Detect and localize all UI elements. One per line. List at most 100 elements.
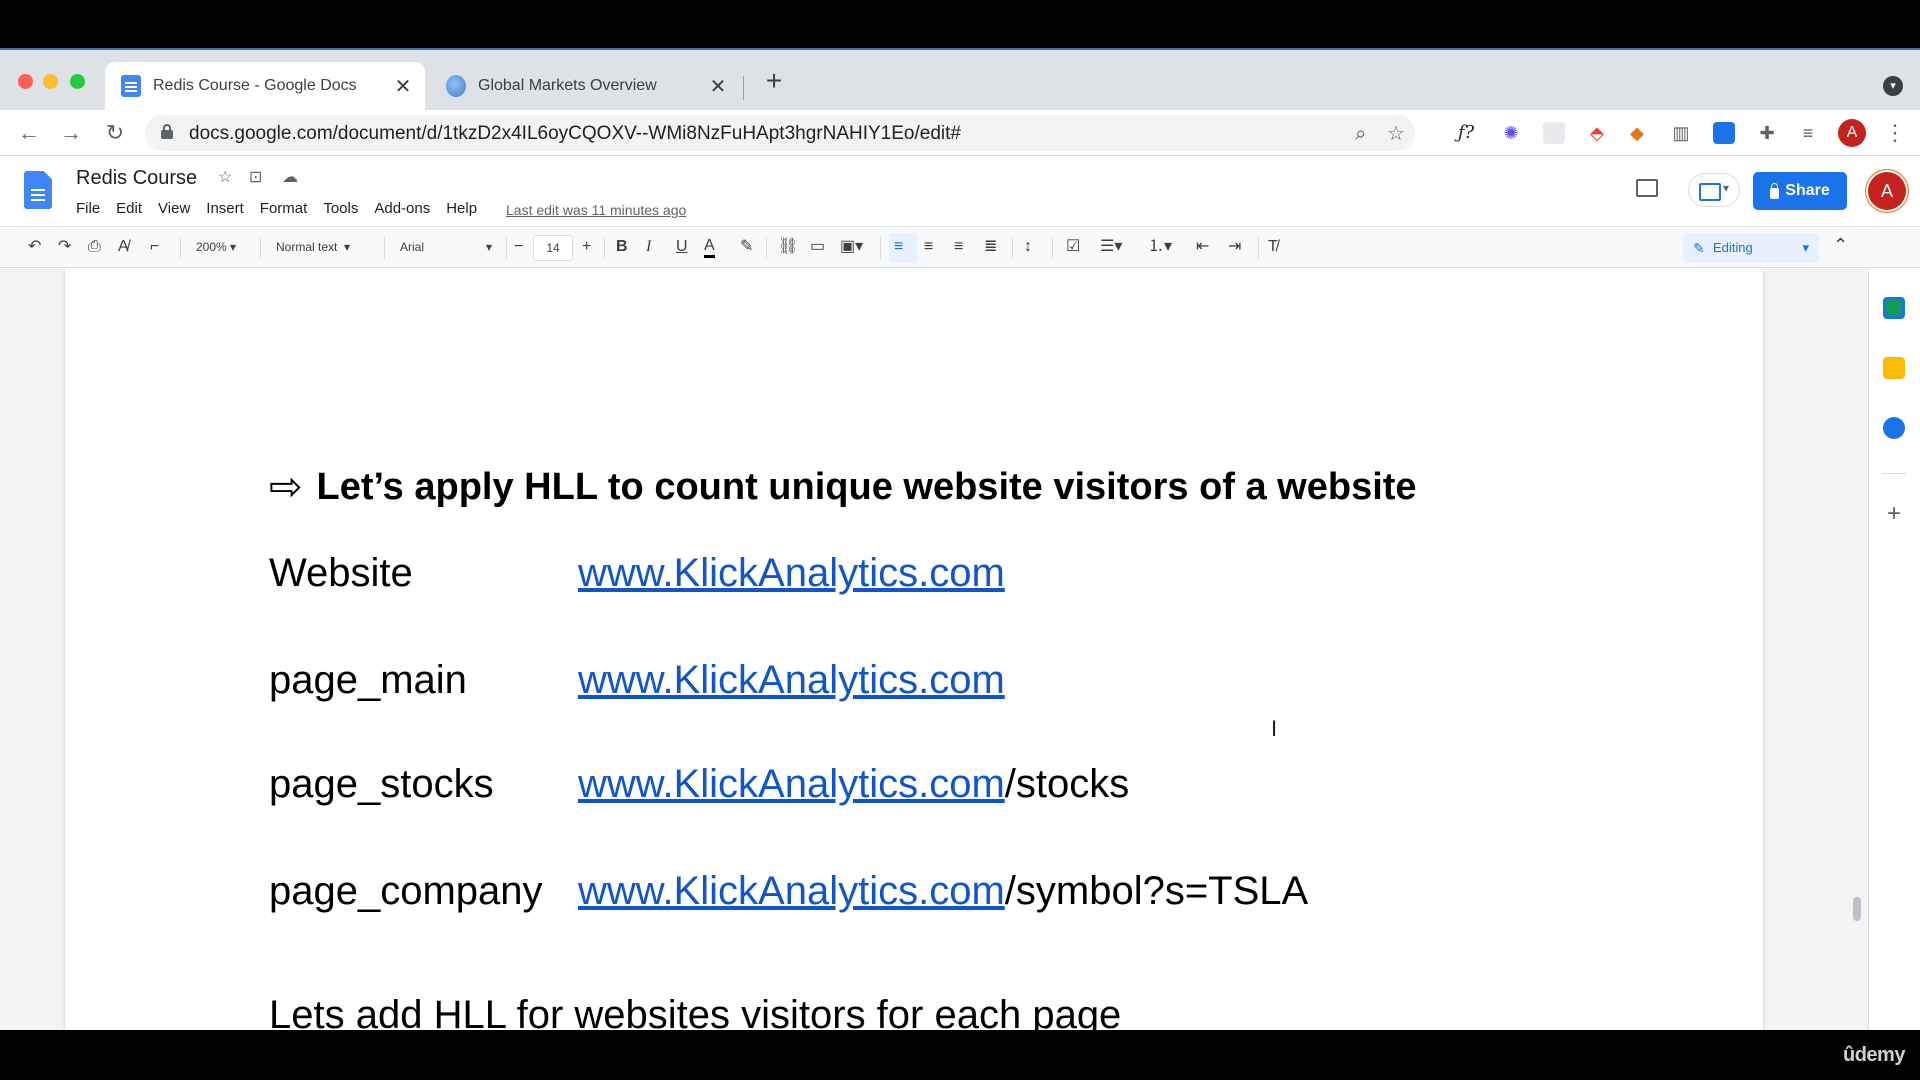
video-frame: Redis Course - Google Docs ✕ Global Mark… [0, 0, 1920, 1080]
font-value: Arial [400, 240, 425, 254]
paragraph-style-select[interactable]: Normal text ▾ [276, 237, 350, 257]
document-canvas[interactable]: ⇨ Let’s apply HLL to count unique websit… [0, 269, 1868, 1030]
keep-icon[interactable] [1883, 357, 1905, 379]
menu-tools[interactable]: Tools [323, 200, 358, 217]
document-title[interactable]: Redis Course [76, 167, 197, 190]
close-tab-icon[interactable]: ✕ [391, 74, 415, 99]
bulleted-list-icon[interactable]: ☰▾ [1100, 237, 1122, 257]
browser-menu-icon[interactable]: ⋮ [1880, 118, 1910, 148]
italic-icon[interactable]: I [646, 237, 651, 257]
add-comment-icon[interactable]: ▭ [810, 237, 825, 257]
increase-indent-icon[interactable]: ⇥ [1228, 237, 1241, 257]
tasks-icon[interactable] [1883, 417, 1905, 439]
pencil-icon: ✎ [1693, 240, 1705, 256]
maximize-window-button[interactable] [70, 74, 85, 89]
zoom-icon[interactable]: ⌕ [1355, 124, 1366, 144]
share-label: Share [1785, 182, 1830, 199]
chart-extension-icon[interactable]: ▥ [1670, 122, 1692, 144]
align-right-icon[interactable]: ≡ [954, 237, 963, 257]
formula-extension-icon[interactable]: ƒ? [1455, 122, 1477, 144]
line-spacing-icon[interactable]: ↕ [1024, 237, 1032, 257]
paint-format-icon[interactable]: ⌐ [150, 237, 159, 257]
separator [180, 237, 181, 259]
menu-view[interactable]: View [158, 200, 190, 217]
last-edit-link[interactable]: Last edit was 11 minutes ago [506, 202, 686, 218]
google-docs-logo-icon[interactable] [24, 171, 52, 209]
decrease-font-size-icon[interactable]: − [514, 237, 523, 257]
menu-edit[interactable]: Edit [116, 200, 142, 217]
address-bar[interactable]: docs.google.com/document/d/1tkzD2x4IL6oy… [145, 115, 1415, 151]
close-window-button[interactable] [18, 74, 33, 89]
hyperlink[interactable]: www.KlickAnalytics.com [578, 869, 1005, 913]
redo-icon[interactable]: ↷ [58, 237, 71, 257]
row-label-website: Website [269, 551, 413, 595]
menu-format[interactable]: Format [260, 200, 308, 217]
collapse-menus-icon[interactable]: ⌃ [1833, 235, 1848, 256]
reload-icon[interactable]: ↻ [100, 118, 130, 148]
align-left-icon[interactable]: ≡ [894, 237, 903, 257]
share-button[interactable]: Share [1753, 172, 1847, 210]
comment-history-icon[interactable] [1636, 179, 1658, 197]
forward-arrow-icon[interactable]: → [56, 118, 86, 148]
zoom-select[interactable]: 200% ▾ [196, 237, 236, 257]
tab-global-markets[interactable]: Global Markets Overview ✕ [430, 62, 740, 110]
decrease-indent-icon[interactable]: ⇤ [1196, 237, 1209, 257]
cloud-status-icon[interactable]: ☁ [282, 167, 298, 187]
font-select[interactable]: Arial ▾ [400, 237, 500, 257]
url-text[interactable]: docs.google.com/document/d/1tkzD2x4IL6oy… [189, 123, 961, 145]
row-link-page-stocks: www.KlickAnalytics.com/stocks [578, 762, 1129, 807]
document-heading: ⇨ Let’s apply HLL to count unique websit… [269, 464, 1417, 510]
menu-help[interactable]: Help [446, 200, 477, 217]
link-suffix: /stocks [1004, 762, 1130, 806]
scrollbar-thumb[interactable] [1853, 897, 1861, 921]
menu-insert[interactable]: Insert [206, 200, 244, 217]
clear-formatting-icon[interactable]: T̸ [1268, 237, 1278, 257]
reading-list-icon[interactable]: ≡ [1797, 122, 1819, 144]
insert-image-icon[interactable]: ▣▾ [840, 237, 863, 257]
menu-add-ons[interactable]: Add-ons [374, 200, 430, 217]
new-tab-button[interactable]: + [760, 67, 788, 96]
document-page[interactable]: ⇨ Let’s apply HLL to count unique websit… [64, 269, 1764, 1030]
underline-icon[interactable]: U [676, 237, 688, 257]
udemy-watermark: ûdemy [1843, 1044, 1905, 1066]
insert-link-icon[interactable]: ⛓ [778, 237, 798, 257]
star-icon[interactable]: ☆ [218, 167, 232, 187]
font-size-input[interactable]: 14 [533, 235, 573, 261]
checklist-icon[interactable]: ☑ [1066, 237, 1080, 257]
profile-avatar[interactable]: A [1838, 119, 1866, 147]
bold-icon[interactable]: B [616, 237, 628, 257]
tab-redis-course[interactable]: Redis Course - Google Docs ✕ [105, 62, 425, 110]
spellcheck-icon[interactable]: A̸ [118, 237, 129, 257]
account-avatar[interactable]: A [1868, 172, 1906, 210]
sparkle-extension-icon[interactable]: ✺ [1500, 122, 1522, 144]
justify-icon[interactable]: ≣ [984, 237, 997, 257]
blank-extension-icon[interactable] [1543, 122, 1565, 144]
hyperlink[interactable]: www.KlickAnalytics.com [578, 658, 1005, 702]
menu-file[interactable]: File [76, 200, 100, 217]
minimize-window-button[interactable] [43, 74, 58, 89]
add-ons-plus-icon[interactable]: + [1883, 502, 1905, 526]
hyperlink[interactable]: www.KlickAnalytics.com [578, 551, 1005, 595]
close-tab-icon[interactable]: ✕ [706, 74, 730, 99]
move-folder-icon[interactable]: ⊡ [249, 167, 262, 187]
print-icon[interactable]: ⎙ [88, 237, 101, 257]
tab-search-icon[interactable]: ▾ [1883, 76, 1903, 96]
text-color-icon[interactable]: A [704, 237, 715, 258]
hyperlink[interactable]: www.KlickAnalytics.com [578, 762, 1005, 806]
puzzle-extensions-icon[interactable]: ✚ [1756, 122, 1778, 144]
increase-font-size-icon[interactable]: + [582, 237, 591, 257]
align-center-icon[interactable]: ≡ [924, 237, 933, 257]
editing-mode-select[interactable]: ✎ Editing [1683, 233, 1819, 263]
numbered-list-icon[interactable]: ⒈▾ [1148, 237, 1172, 257]
separator [260, 237, 261, 259]
cast-extension-icon[interactable]: ⬘ [1586, 122, 1608, 144]
highlight-color-icon[interactable]: ✎ [740, 237, 753, 257]
blue-extension-icon[interactable] [1713, 122, 1735, 144]
metamask-fox-icon[interactable]: ◆ [1626, 122, 1648, 144]
bookmark-star-icon[interactable]: ☆ [1387, 124, 1405, 144]
undo-icon[interactable]: ↶ [28, 237, 41, 257]
present-button[interactable] [1688, 173, 1740, 207]
calendar-icon[interactable] [1883, 297, 1905, 319]
back-arrow-icon[interactable]: ← [14, 118, 44, 148]
tab-strip: Redis Course - Google Docs ✕ Global Mark… [0, 50, 1920, 110]
